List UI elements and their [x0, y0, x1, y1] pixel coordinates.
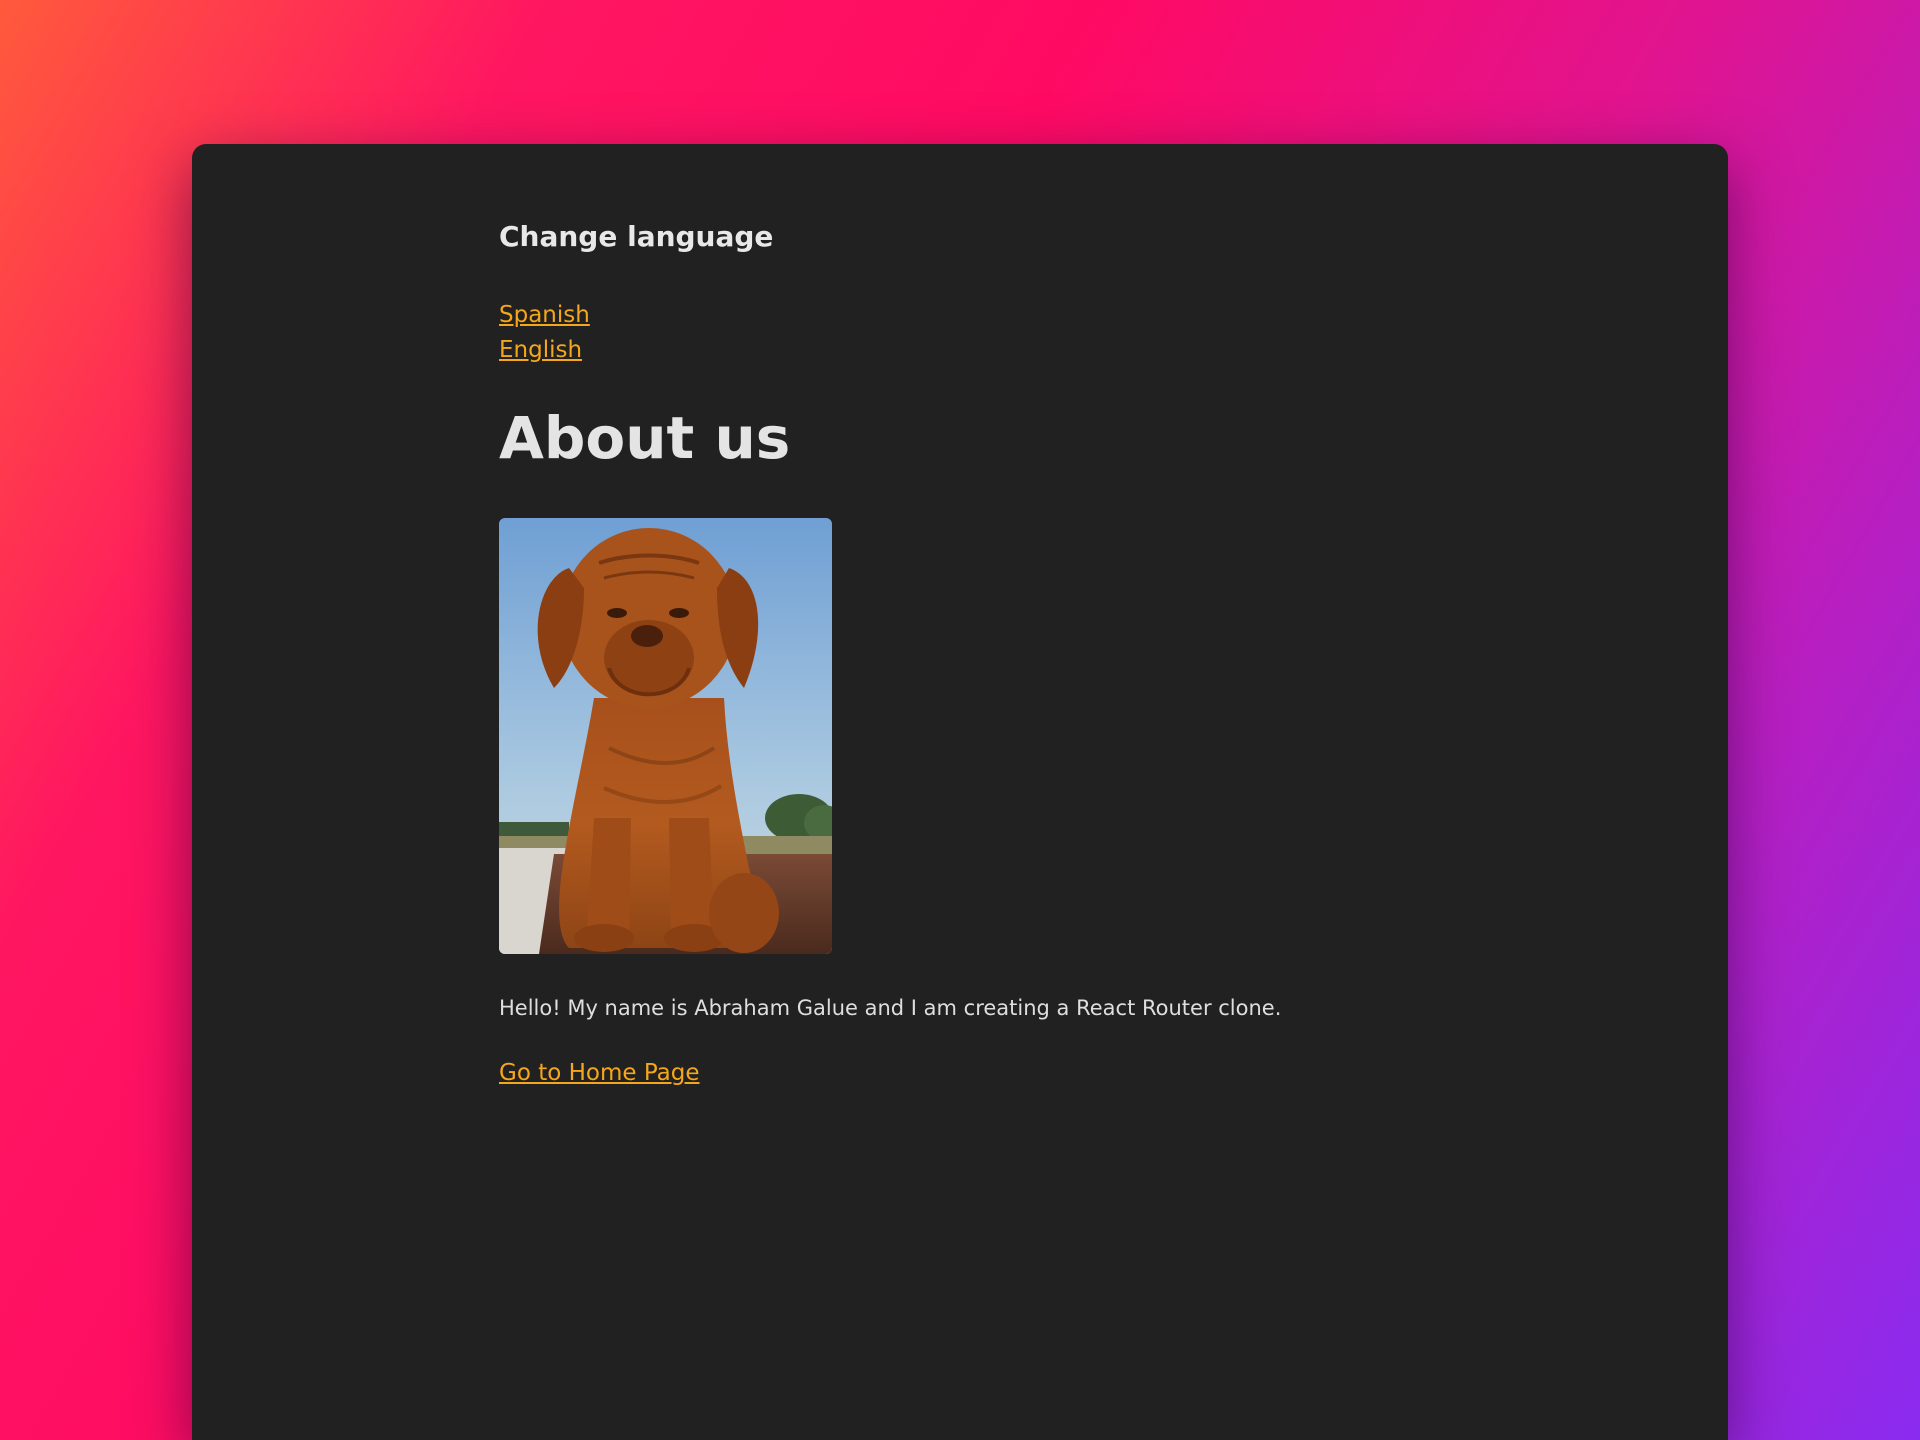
- dog-photo: [499, 518, 832, 954]
- english-link[interactable]: English: [499, 337, 582, 363]
- spanish-link[interactable]: Spanish: [499, 302, 590, 328]
- page-card: Change language Spanish English About us: [192, 144, 1728, 1440]
- language-item-spanish: Spanish: [499, 300, 590, 335]
- change-language-heading: Change language: [499, 220, 774, 253]
- bio-text: Hello! My name is Abraham Galue and I am…: [499, 996, 1282, 1020]
- language-item-english: English: [499, 335, 590, 370]
- language-list: Spanish English: [499, 300, 590, 370]
- page-title: About us: [499, 404, 791, 472]
- home-page-link[interactable]: Go to Home Page: [499, 1060, 700, 1086]
